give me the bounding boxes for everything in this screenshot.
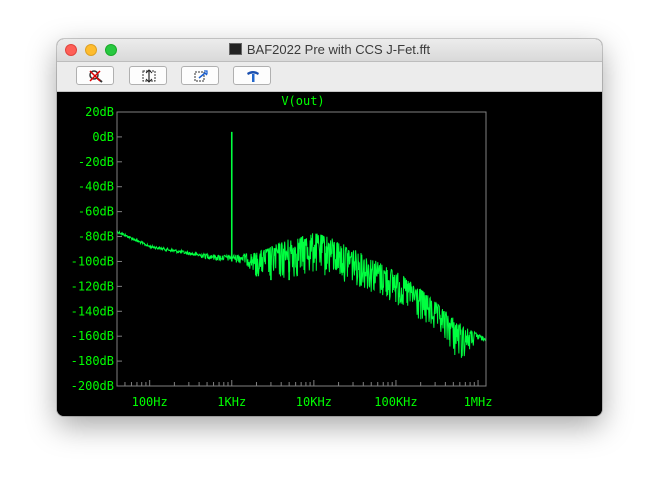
toolbar	[57, 62, 602, 92]
document-icon	[228, 43, 242, 55]
y-tick-label: 0dB	[92, 130, 114, 144]
y-tick-label: 20dB	[85, 105, 114, 119]
zoom-cancel-button[interactable]	[76, 66, 114, 85]
window-title: BAF2022 Pre with CCS J-Fet.fft	[57, 42, 602, 57]
y-tick-label: -80dB	[78, 230, 114, 244]
pan-button[interactable]	[181, 66, 219, 85]
autorange-button[interactable]	[233, 66, 271, 85]
y-tick-label: -20dB	[78, 155, 114, 169]
y-tick-label: -40dB	[78, 180, 114, 194]
x-tick-label: 100Hz	[132, 395, 168, 409]
x-tick-label: 100KHz	[374, 395, 417, 409]
y-tick-label: -120dB	[71, 279, 114, 293]
x-tick-label: 1KHz	[217, 395, 246, 409]
fft-window: BAF2022 Pre with CCS J-Fet.fft V(out) 20…	[57, 39, 602, 416]
x-tick-label: 10KHz	[296, 395, 332, 409]
title-bar[interactable]: BAF2022 Pre with CCS J-Fet.fft	[57, 39, 602, 62]
x-tick-label: 1MHz	[464, 395, 493, 409]
y-tick-label: -180dB	[71, 354, 114, 368]
y-tick-label: -160dB	[71, 329, 114, 343]
y-tick-label: -100dB	[71, 254, 114, 268]
hammer-icon	[247, 71, 259, 82]
pan-icon	[194, 70, 208, 82]
zoom-extents-button[interactable]	[129, 66, 167, 85]
trace-label[interactable]: V(out)	[281, 94, 324, 108]
zoom-cancel-icon	[89, 70, 103, 83]
y-tick-label: -140dB	[71, 304, 114, 318]
zoom-extents-icon	[142, 69, 156, 83]
y-tick-label: -60dB	[78, 205, 114, 219]
y-tick-label: -200dB	[71, 379, 114, 393]
fft-plot[interactable]: V(out) 20dB 0dB -20dB -40dB -60dB -80dB -100dB…	[57, 92, 602, 416]
